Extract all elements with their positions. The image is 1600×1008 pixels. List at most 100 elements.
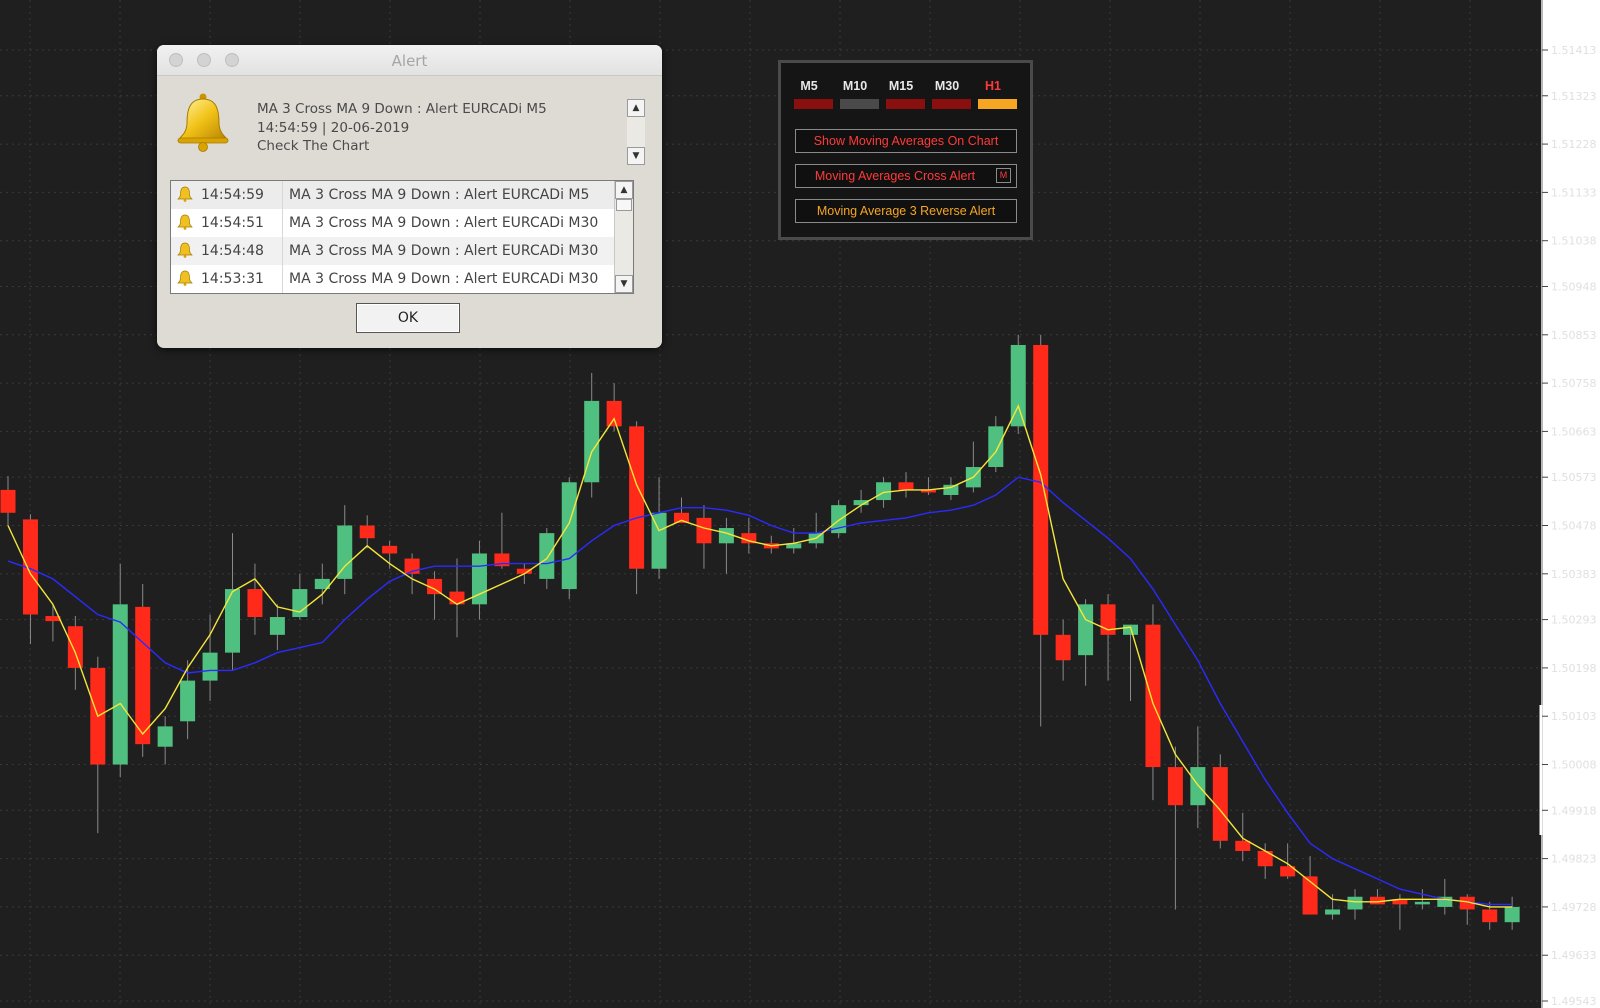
candle-body (898, 482, 914, 490)
candle-body (1347, 896, 1363, 910)
history-message: MA 3 Cross MA 9 Down : Alert EURCADi M5 (289, 187, 590, 203)
history-message: MA 3 Cross MA 9 Down : Alert EURCADi M30 (289, 243, 599, 259)
bell-icon (177, 186, 193, 202)
candle-body (1123, 624, 1138, 635)
candle-body (1167, 767, 1183, 806)
price-axis-label: 1.50103 (1551, 710, 1597, 723)
timeframe-m15-status (886, 99, 925, 109)
history-time: 14:54:48 (201, 243, 264, 259)
candle-body (674, 512, 689, 523)
candle-body (382, 545, 398, 554)
price-axis-label: 1.50478 (1551, 520, 1597, 533)
price-axis-label: 1.51413 (1551, 44, 1597, 57)
candle-body (696, 517, 712, 544)
candle-body (539, 533, 555, 579)
timeframe-m30-label[interactable]: M30 (927, 79, 967, 93)
scroll-down-arrow-icon[interactable]: ▼ (615, 275, 633, 293)
candle-body (629, 426, 645, 569)
candle-body (157, 726, 173, 747)
timeframe-m10-status (840, 99, 879, 109)
alert-message-line1: MA 3 Cross MA 9 Down : Alert EURCADi M5 (257, 101, 547, 117)
candle-body (606, 400, 622, 427)
show-moving-averages-button[interactable]: Show Moving Averages On Chart (795, 129, 1017, 153)
list-item[interactable]: 14:54:51 MA 3 Cross MA 9 Down : Alert EU… (171, 209, 616, 237)
candle-body (718, 528, 734, 544)
price-axis-label: 1.51228 (1551, 138, 1597, 151)
ma-cross-alert-mode-toggle[interactable]: M (996, 168, 1011, 183)
candle-body (1145, 624, 1161, 768)
timeframe-m30-status (932, 99, 971, 109)
price-axis-label: 1.49633 (1551, 949, 1597, 962)
history-time: 14:53:31 (201, 271, 264, 287)
ok-button[interactable]: OK (356, 303, 460, 333)
bell-icon (177, 270, 193, 286)
price-axis-label: 1.50948 (1551, 280, 1597, 293)
bell-icon (177, 93, 229, 152)
alert-titlebar[interactable]: Alert (157, 45, 662, 76)
history-message: MA 3 Cross MA 9 Down : Alert EURCADi M30 (289, 215, 599, 231)
bell-icon (177, 242, 193, 258)
price-axis-label: 1.50198 (1551, 662, 1597, 675)
price-axis-label: 1.49728 (1551, 901, 1597, 914)
price-axis-label: 1.49543 (1551, 995, 1597, 1008)
history-time: 14:54:51 (201, 215, 264, 231)
price-axis-label: 1.50663 (1551, 425, 1597, 438)
price-axis-label: 1.50853 (1551, 329, 1597, 342)
alert-message: MA 3 Cross MA 9 Down : Alert EURCADi M5 … (257, 100, 547, 156)
price-axis-label: 1.51323 (1551, 90, 1597, 103)
price-axis-label: 1.50293 (1551, 614, 1597, 627)
timeframe-h1-status (978, 99, 1017, 109)
ma-cross-alert-button[interactable]: Moving Averages Cross Alert M (795, 164, 1017, 188)
candle-body (988, 426, 1004, 468)
message-scrollbar[interactable]: ▲ ▼ (627, 99, 645, 165)
ma-indicator-panel: M5 M10 M15 M30 H1 Show Moving Averages O… (778, 60, 1033, 240)
price-axis-label: 1.49823 (1551, 853, 1597, 866)
timeframe-m10-label[interactable]: M10 (835, 79, 875, 93)
history-scrollbar[interactable]: ▲ ▼ (614, 181, 633, 293)
scroll-down-arrow-icon[interactable]: ▼ (627, 147, 645, 165)
timeframe-m5-status (794, 99, 833, 109)
alert-message-line2: 14:54:59 | 20-06-2019 (257, 119, 410, 136)
timeframe-m15-label[interactable]: M15 (881, 79, 921, 93)
candle-body (112, 604, 128, 765)
candle-body (1325, 909, 1341, 915)
price-axis-label: 1.51133 (1551, 186, 1597, 199)
list-item[interactable]: 14:53:31 MA 3 Cross MA 9 Down : Alert EU… (171, 265, 616, 293)
candle-body (0, 489, 16, 513)
candle-body (135, 606, 151, 745)
price-axis-label: 1.50383 (1551, 568, 1597, 581)
alert-history-list[interactable]: 14:54:59 MA 3 Cross MA 9 Down : Alert EU… (170, 180, 634, 294)
ma3-reverse-alert-button[interactable]: Moving Average 3 Reverse Alert (795, 199, 1017, 223)
price-axis-label: 1.49918 (1551, 804, 1597, 817)
list-item[interactable]: 14:54:59 MA 3 Cross MA 9 Down : Alert EU… (171, 181, 616, 209)
candle-body (337, 525, 353, 579)
candle-body (202, 652, 218, 681)
list-item[interactable]: 14:54:48 MA 3 Cross MA 9 Down : Alert EU… (171, 237, 616, 265)
candle-body (247, 589, 263, 618)
price-axis-label: 1.50573 (1551, 471, 1597, 484)
candle-body (1414, 901, 1430, 905)
candle-body (1010, 344, 1026, 427)
candle-body (561, 482, 577, 590)
candle-body (180, 680, 196, 722)
alert-title: Alert (391, 52, 428, 70)
candle-body (269, 617, 285, 635)
scroll-up-arrow-icon[interactable]: ▲ (615, 181, 633, 199)
candle-body (292, 589, 308, 618)
scroll-up-arrow-icon[interactable]: ▲ (627, 99, 645, 117)
timeframe-h1-label[interactable]: H1 (973, 79, 1013, 93)
alert-message-line3: Check The Chart (257, 138, 370, 154)
candle-body (1482, 909, 1498, 923)
price-axis-label: 1.50008 (1551, 759, 1597, 772)
candle-body (1504, 906, 1520, 923)
candle-body (67, 626, 83, 668)
candle-body (1078, 604, 1094, 656)
alert-dialog: Alert MA 3 Cross MA 9 Down : Alert EURCA… (157, 45, 662, 348)
candle-body (1190, 767, 1206, 806)
scroll-thumb[interactable] (616, 199, 632, 211)
timeframe-m5-label[interactable]: M5 (789, 79, 829, 93)
bell-icon (177, 214, 193, 230)
history-time: 14:54:59 (201, 187, 264, 203)
candle-body (1235, 840, 1251, 851)
candle-body (1033, 344, 1049, 635)
